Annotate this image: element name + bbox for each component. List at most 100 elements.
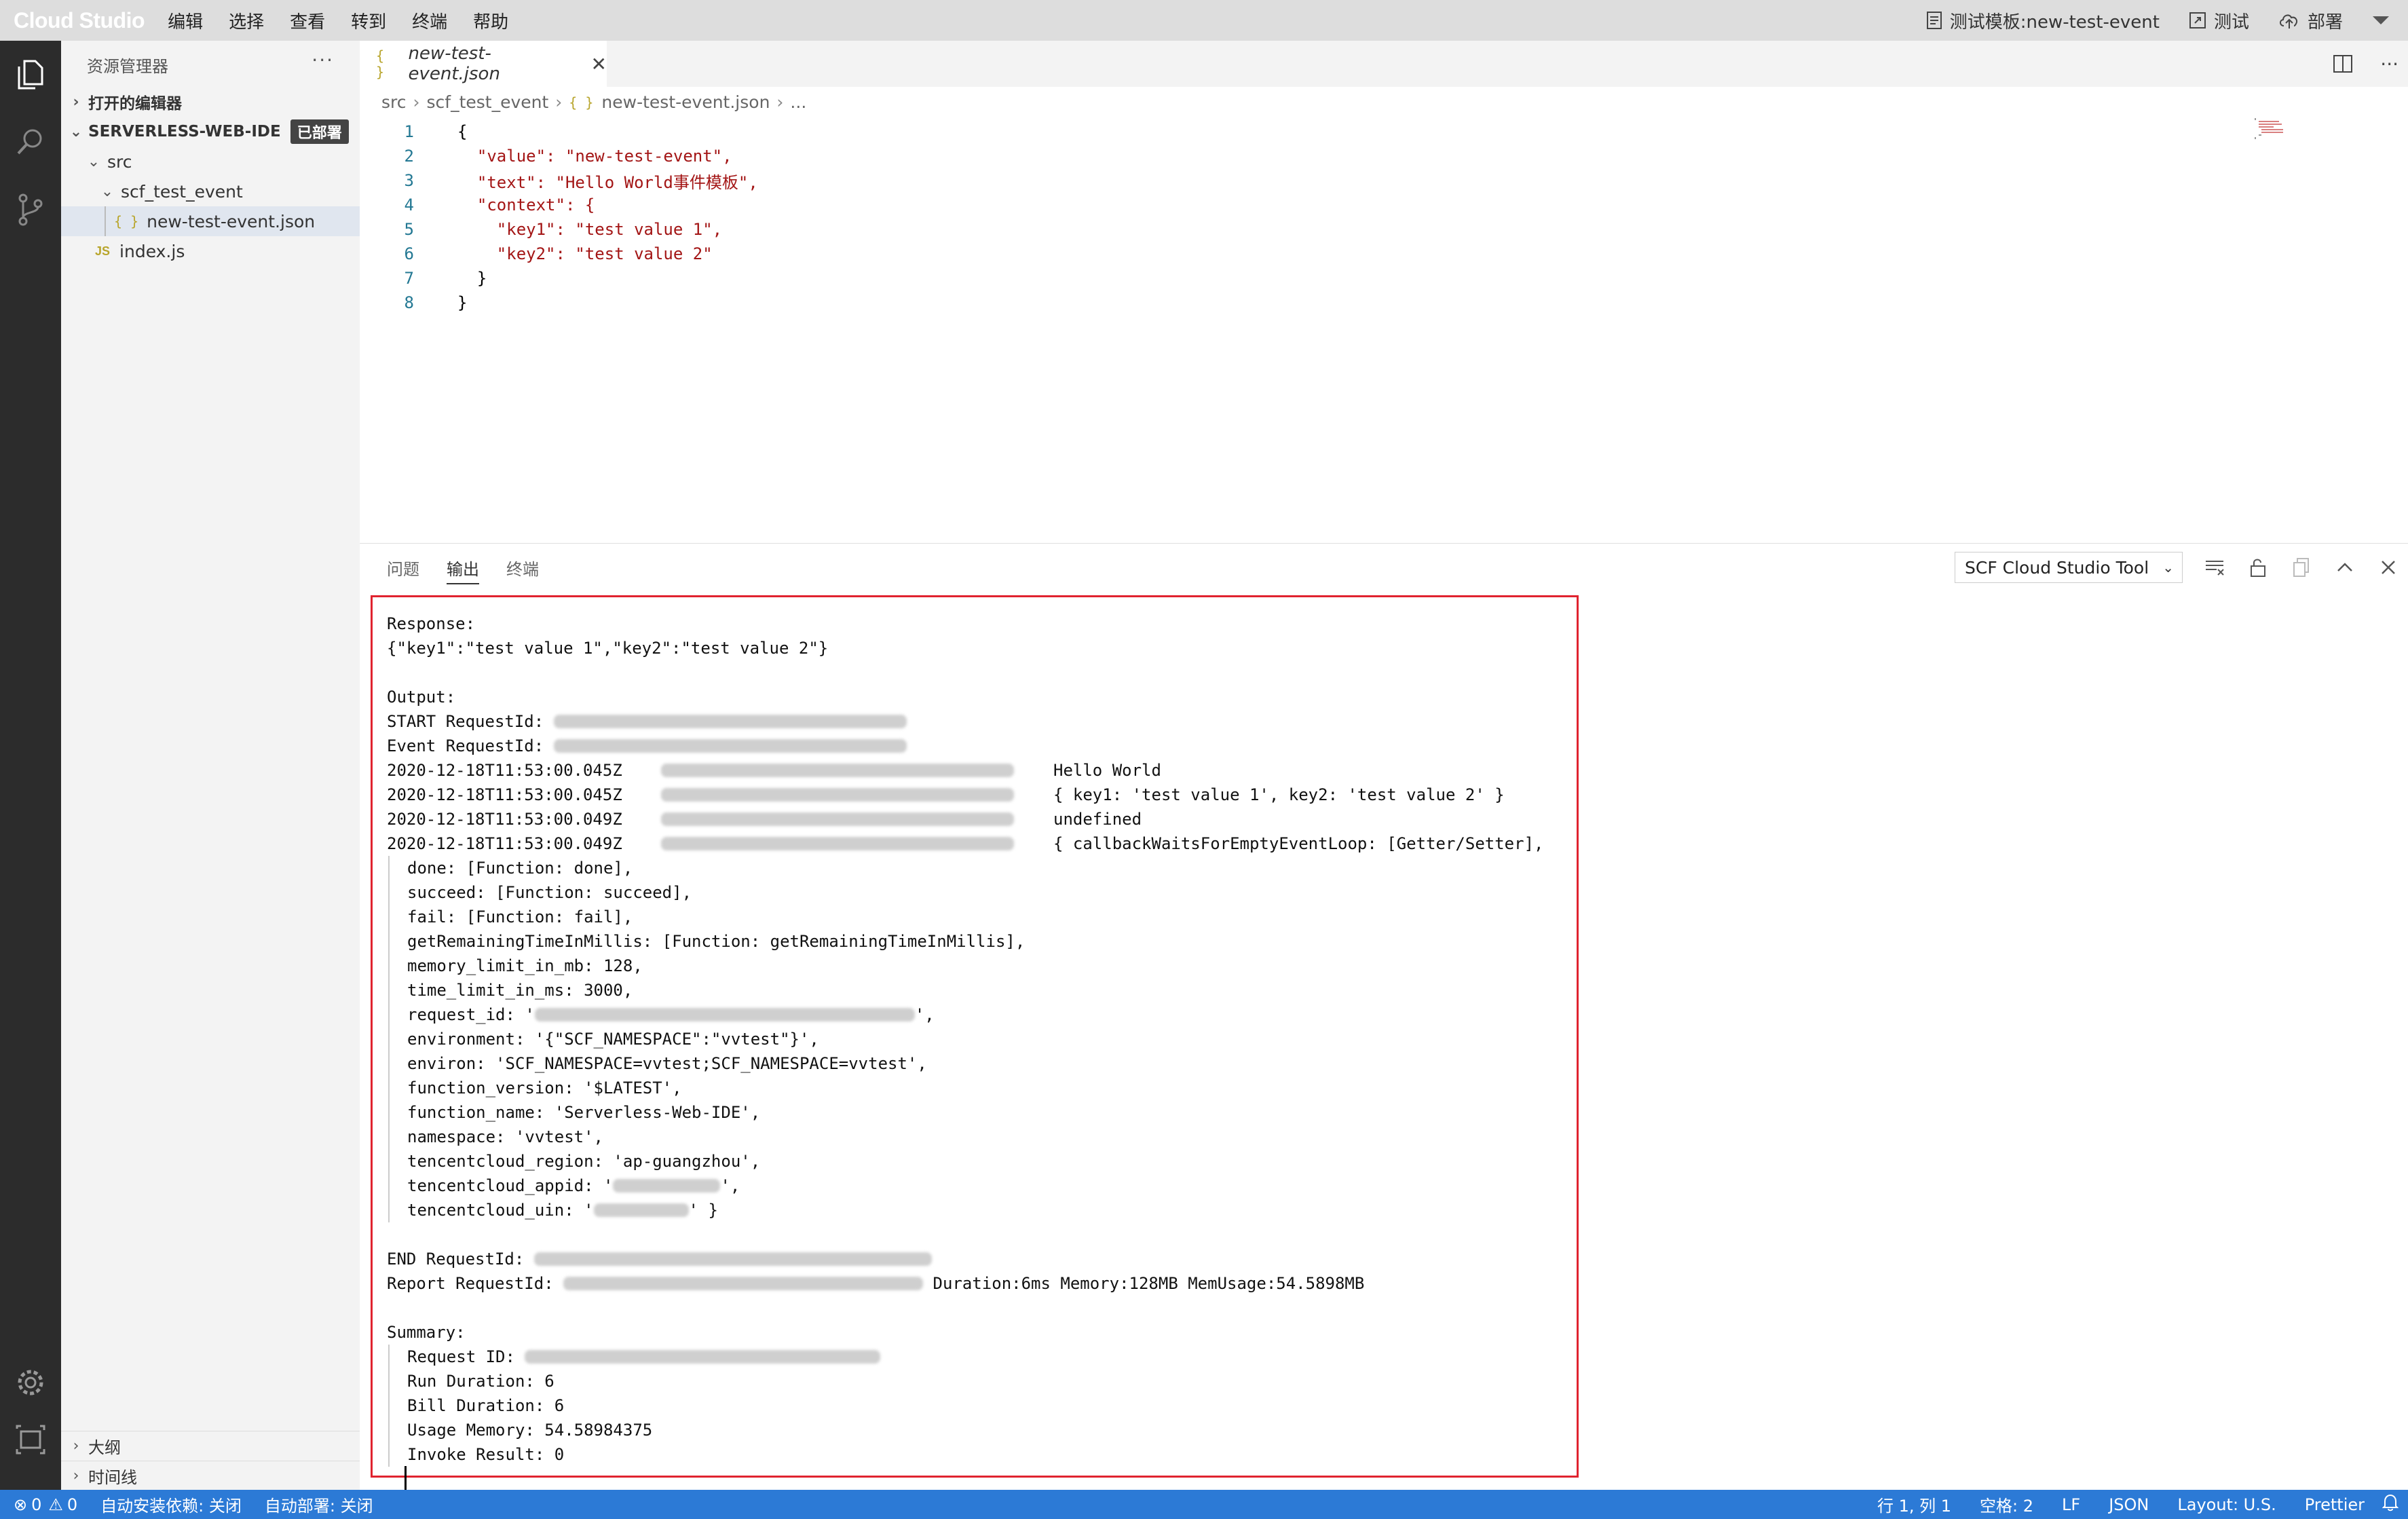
log-line: START RequestId:: [387, 709, 1543, 734]
search-icon[interactable]: [12, 124, 49, 160]
language-mode[interactable]: JSON: [2109, 1495, 2149, 1514]
minimap[interactable]: [2252, 117, 2299, 144]
log-line: Response:: [387, 614, 476, 633]
tree-file-index-js[interactable]: JS index.js: [61, 236, 360, 266]
end-of-line[interactable]: LF: [2062, 1495, 2080, 1514]
menu-goto[interactable]: 转到: [351, 8, 386, 33]
more-actions-icon[interactable]: ···: [2380, 53, 2398, 75]
tab-label: new-test-event.json: [408, 43, 500, 84]
timeline-label: 时间线: [88, 1468, 137, 1487]
formatter-status[interactable]: Prettier: [2305, 1495, 2365, 1514]
line-number: 4: [404, 195, 414, 214]
auto-deploy-status[interactable]: 自动部署: 关闭: [265, 1493, 373, 1516]
code-editor[interactable]: 1{ 2 "value": "new-test-event", 3 "text"…: [360, 119, 2408, 315]
log-line: function_name: 'Serverless-Web-IDE',: [388, 1100, 1543, 1125]
gear-icon[interactable]: [12, 1364, 49, 1401]
log-text: { callbackWaitsForEmptyEventLoop: [Gette…: [1053, 834, 1544, 853]
explorer-icon[interactable]: [12, 56, 49, 92]
log-line: 2020-12-18T11:53:00.045Z Hello World: [387, 758, 1543, 783]
breadcrumb-src[interactable]: src: [381, 92, 407, 112]
log-line: tencentcloud_region: 'ap-guangzhou',: [388, 1149, 1543, 1174]
project-section[interactable]: ⌄ SERVERLESS-WEB-IDE 已部署: [61, 117, 360, 147]
line-number: 5: [404, 220, 414, 239]
timeline-section[interactable]: › 时间线: [61, 1461, 360, 1490]
tree-folder-src[interactable]: ⌄ src: [61, 147, 360, 176]
menu-help[interactable]: 帮助: [473, 8, 508, 33]
breadcrumb-scf[interactable]: scf_test_event: [427, 92, 549, 112]
cursor-position[interactable]: 行 1, 列 1: [1877, 1493, 1951, 1516]
tab-new-test-event[interactable]: { } new-test-event.json ✕: [360, 41, 607, 87]
tab-terminal[interactable]: 终端: [506, 544, 539, 591]
breadcrumb: src › scf_test_event › { } new-test-even…: [381, 92, 806, 112]
outline-section[interactable]: › 大纲: [61, 1431, 360, 1461]
menu-view[interactable]: 查看: [290, 8, 325, 33]
close-icon[interactable]: ✕: [591, 53, 607, 75]
panel-actions: SCF Cloud Studio Tool ⌄: [1955, 544, 2408, 591]
output-channel-select[interactable]: SCF Cloud Studio Tool ⌄: [1955, 552, 2183, 583]
folder-src-label: src: [107, 151, 132, 172]
test-template-selector[interactable]: 测试模板:new-test-event: [1925, 8, 2160, 33]
tree-folder-scf-test-event[interactable]: ⌄ scf_test_event: [61, 176, 360, 206]
menu-dropdown[interactable]: [2371, 14, 2397, 27]
explorer-title: 资源管理器: [87, 57, 168, 76]
json-file-icon: { }: [376, 48, 385, 80]
test-button[interactable]: 测试: [2188, 8, 2249, 33]
log-text: Event RequestId:: [387, 736, 554, 755]
bottom-panel: 问题 输出 终端 SCF Cloud Studio Tool ⌄ Respons…: [360, 543, 2408, 1490]
log-text: ',: [720, 1176, 740, 1195]
auto-install-status[interactable]: 自动安装依赖: 关闭: [100, 1493, 242, 1516]
code-line: 6 "key2": "test value 2": [360, 242, 2408, 266]
chevron-up-icon[interactable]: [2333, 556, 2356, 579]
tab-problems[interactable]: 问题: [387, 544, 419, 591]
close-icon[interactable]: [2377, 556, 2400, 579]
breadcrumb-file[interactable]: new-test-event.json: [601, 92, 770, 112]
redacted-id: [534, 1008, 915, 1021]
log-line: memory_limit_in_mb: 128,: [388, 954, 1543, 978]
deploy-button[interactable]: 部署: [2278, 8, 2343, 33]
log-text: { key1: 'test value 1', key2: 'test valu…: [1053, 785, 1505, 804]
output-log[interactable]: Response: {"key1":"test value 1","key2":…: [387, 612, 1543, 1467]
folder-scf-label: scf_test_event: [121, 181, 243, 202]
remote-icon[interactable]: [12, 1421, 49, 1458]
log-timestamp: 2020-12-18T11:53:00.045Z: [387, 761, 622, 780]
problems-indicator[interactable]: ⊗ 0 ⚠ 0: [14, 1495, 77, 1514]
copy-icon[interactable]: [2290, 556, 2313, 579]
redacted-id: [613, 1179, 721, 1193]
menubar-actions: 测试模板:new-test-event 测试 部署: [1925, 0, 2408, 41]
keyboard-layout[interactable]: Layout: U.S.: [2177, 1495, 2276, 1514]
test-template-label: 测试模板:new-test-event: [1949, 12, 2160, 33]
open-editors-section[interactable]: › 打开的编辑器: [61, 87, 360, 117]
breadcrumb-more[interactable]: ...: [790, 92, 806, 112]
line-number: 7: [404, 269, 414, 288]
line-number: 8: [404, 293, 414, 312]
tab-output[interactable]: 输出: [447, 544, 479, 591]
log-line: Report RequestId: Duration:6ms Memory:12…: [387, 1271, 1543, 1296]
source-control-icon[interactable]: [12, 191, 49, 228]
log-line: environ: 'SCF_NAMESPACE=vvtest;SCF_NAMES…: [388, 1051, 1543, 1076]
chevron-right-icon: ›: [73, 1438, 79, 1455]
tree-file-new-test-event[interactable]: { } new-test-event.json: [61, 206, 360, 236]
indentation[interactable]: 空格: 2: [1980, 1493, 2033, 1516]
more-actions-icon[interactable]: ···: [312, 49, 334, 71]
notifications-icon[interactable]: [2382, 1494, 2399, 1516]
indent-guide: [105, 206, 106, 236]
log-text: undefined: [1053, 810, 1142, 829]
redacted-id: [525, 1350, 881, 1364]
log-line: 2020-12-18T11:53:00.045Z { key1: 'test va…: [387, 783, 1543, 807]
log-line: Request ID:: [388, 1345, 1543, 1369]
log-text: Request ID:: [407, 1347, 525, 1366]
menu-terminal[interactable]: 终端: [412, 8, 447, 33]
menu-edit[interactable]: 编辑: [168, 8, 203, 33]
code-line: 1{: [360, 119, 2408, 144]
lock-icon[interactable]: [2246, 556, 2270, 579]
chevron-down-icon: ⌄: [2162, 559, 2174, 576]
menu-select[interactable]: 选择: [229, 8, 264, 33]
line-number: 1: [404, 122, 414, 141]
clear-output-icon[interactable]: [2203, 556, 2226, 579]
line-number: 3: [404, 171, 414, 190]
error-count: 0: [31, 1495, 42, 1514]
log-text: Report RequestId:: [387, 1274, 564, 1293]
split-editor-icon[interactable]: [2333, 54, 2353, 73]
log-line: Bill Duration: 6: [388, 1393, 1543, 1418]
log-line: {"key1":"test value 1","key2":"test valu…: [387, 639, 829, 658]
